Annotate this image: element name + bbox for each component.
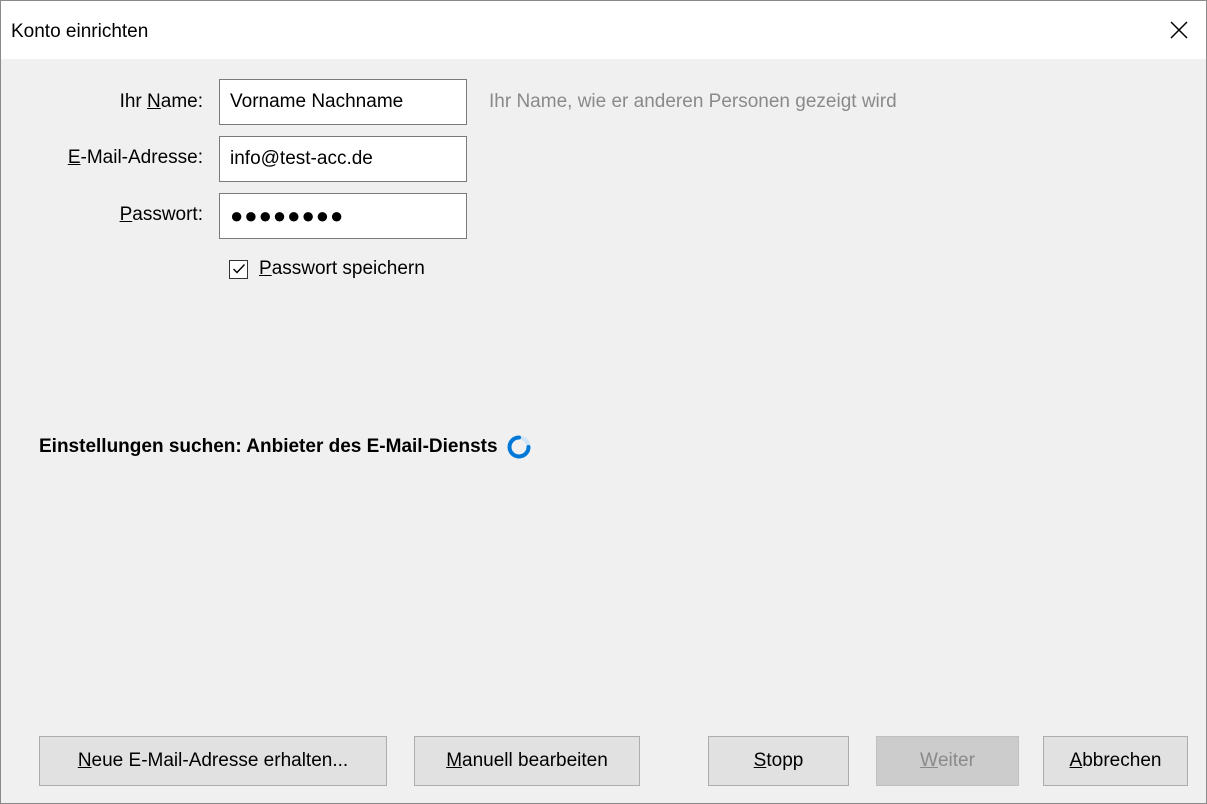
get-new-email-button[interactable]: Neue E-Mail-Adresse erhalten... (39, 736, 387, 786)
name-label: Ihr Name: (3, 91, 203, 113)
new-address-label: eue E-Mail-Adresse erhalten... (91, 750, 349, 771)
new-address-accesskey: N (77, 750, 92, 771)
password-label: Passwort: (3, 204, 203, 226)
loading-spinner-icon (507, 435, 531, 459)
email-label: E-Mail-Adresse: (3, 147, 203, 169)
checkbox-box[interactable] (229, 259, 248, 279)
password-label-accesskey: P (119, 204, 133, 225)
manual-accesskey: M (446, 750, 463, 771)
title-bar: Konto einrichten (1, 1, 1206, 59)
next-button[interactable]: Weiter (876, 736, 1019, 786)
stop-label: topp (766, 750, 804, 771)
close-button[interactable] (1152, 1, 1206, 59)
manual-label: anuell bearbeiten (462, 750, 608, 771)
password-label-suffix: asswort: (132, 204, 203, 225)
account-setup-dialog: Konto einrichten Ihr Name: Vorname Nachn… (0, 0, 1207, 804)
password-field[interactable]: ●●●●●●●● (219, 193, 467, 239)
remember-label-suffix: asswort speichern (271, 258, 425, 279)
email-field[interactable]: info@test-acc.de (219, 136, 467, 182)
name-field[interactable]: Vorname Nachname (219, 79, 467, 125)
name-label-prefix: Ihr (119, 91, 148, 112)
cancel-accesskey: A (1069, 750, 1083, 771)
manual-config-button[interactable]: Manuell bearbeiten (414, 736, 640, 786)
checkmark-icon (232, 264, 245, 274)
remember-password-label: Passwort speichern (259, 258, 425, 280)
email-label-accesskey: E (67, 147, 81, 168)
name-label-accesskey: N (147, 91, 161, 112)
cancel-label: bbrechen (1082, 750, 1162, 771)
remember-password-checkbox[interactable]: Passwort speichern (229, 258, 425, 280)
status-line: Einstellungen suchen: Anbieter des E-Mai… (39, 434, 532, 460)
stop-button[interactable]: Stopp (708, 736, 849, 786)
name-label-suffix: ame: (160, 91, 203, 112)
cancel-button[interactable]: Abbrechen (1043, 736, 1188, 786)
close-icon (1170, 21, 1188, 39)
next-accesskey: W (920, 750, 938, 771)
name-hint: Ihr Name, wie er anderen Personen gezeig… (489, 91, 897, 112)
email-label-suffix: -Mail-Adresse: (80, 147, 203, 168)
status-text: Einstellungen suchen: Anbieter des E-Mai… (39, 436, 498, 457)
stop-accesskey: S (753, 750, 767, 771)
remember-label-accesskey: P (259, 258, 272, 279)
window-title: Konto einrichten (11, 21, 149, 42)
next-label: eiter (937, 750, 975, 771)
